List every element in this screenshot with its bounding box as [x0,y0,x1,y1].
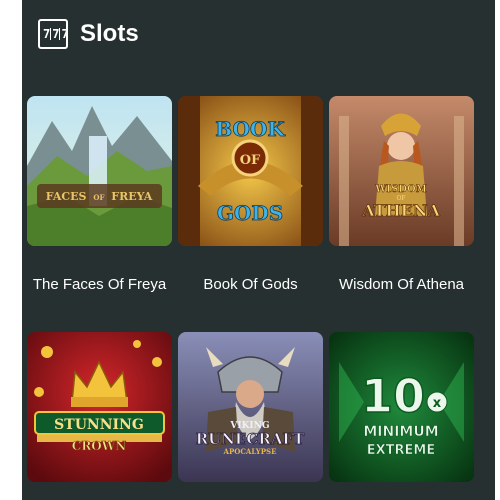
game-logo-text: ATHENA [361,201,440,220]
game-art: VIKING RUNECRAFT APOCALYPSE [178,332,323,482]
game-thumbnail[interactable]: STUNNING CROWN [27,332,172,482]
game-logo-text: FREYA [111,190,152,203]
slots-page: 7 7 7 Slots FACES OF FREYA The Faces Of … [22,0,495,500]
game-logo-text: OF [240,153,261,168]
game-thumbnail[interactable]: FACES OF FREYA [27,96,172,246]
game-logo-text: MINIMUM [363,424,438,440]
game-thumbnail[interactable]: BOOK OF GODS [178,96,323,246]
game-art: WISDOM OF ATHENA [329,96,474,246]
game-art: STUNNING CROWN [27,332,172,482]
game-art: FACES OF FREYA [27,96,172,246]
game-logo-text: GODS [217,201,283,225]
game-thumbnail[interactable]: WISDOM OF ATHENA [329,96,474,246]
game-logo-text: WISDOM [374,184,427,195]
game-logo-text: x [433,396,442,411]
game-logo-text: OF [93,193,104,202]
game-logo-text: RUNECRAFT [196,430,305,448]
game-logo-text: FACES [46,190,87,203]
games-grid: FACES OF FREYA The Faces Of Freya BOOK O… [22,0,495,500]
game-logo-text: EXTREME [367,443,435,458]
game-logo-text: APOCALYPSE [223,447,277,456]
game-logo-text: STUNNING [54,417,144,433]
game-art: 10 x MINIMUM EXTREME [329,332,474,482]
game-art: BOOK OF GODS [178,96,323,246]
game-logo-text: CROWN [72,439,126,453]
game-thumbnail[interactable]: VIKING RUNECRAFT APOCALYPSE [178,332,323,482]
game-title[interactable]: Book Of Gods [170,276,331,293]
game-title[interactable]: Wisdom Of Athena [321,276,482,293]
game-title[interactable]: The Faces Of Freya [22,276,180,293]
game-thumbnail[interactable]: 10 x MINIMUM EXTREME [329,332,474,482]
game-logo-text: 10 [361,369,425,423]
game-logo-text: BOOK [215,117,285,141]
